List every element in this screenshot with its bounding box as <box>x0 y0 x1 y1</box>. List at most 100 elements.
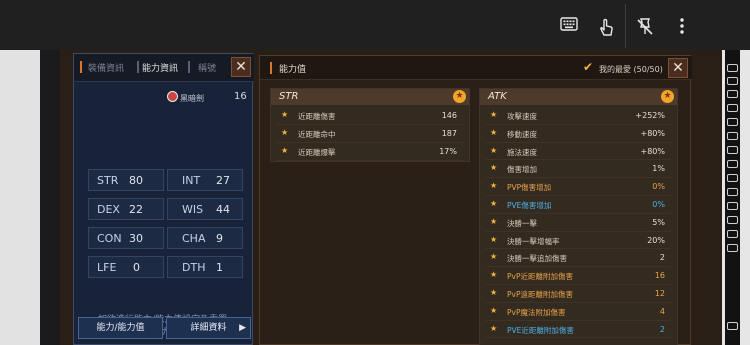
ability-points-button[interactable]: 能力/能力值 <box>78 317 163 339</box>
stats-panel-header: 能力值 ✔ 我的最愛 (50/50) <box>260 56 692 80</box>
row-divider <box>486 319 671 321</box>
stats-panel-title: 能力值 <box>279 65 307 75</box>
close-stats-panel-button[interactable]: ✕ <box>668 58 688 78</box>
play-arrow-icon: ▶ <box>239 323 246 333</box>
sidebar-tool-icon[interactable] <box>727 64 738 72</box>
stat-value: 80 <box>129 174 143 187</box>
sidebar-tool-icon[interactable] <box>727 174 738 182</box>
row-divider <box>277 160 463 161</box>
row-divider <box>486 248 671 250</box>
stat-value: 0 <box>133 261 140 274</box>
star-icon[interactable]: ★ <box>281 128 288 137</box>
stat-value: 1 <box>216 261 223 274</box>
row-divider <box>486 177 671 179</box>
sidebar-tool-icon[interactable] <box>727 90 738 98</box>
character-info-panel: 裝備資訊 能力資訊 稱號 ✕ 黑暗劍 16 STR 80 INT 27 DEX … <box>73 53 254 345</box>
close-left-panel-button[interactable]: ✕ <box>231 57 251 77</box>
class-emblem-icon <box>167 91 178 102</box>
stat-dex: DEX 22 <box>88 198 164 220</box>
star-icon[interactable]: ★ <box>661 90 674 103</box>
sidebar-tool-icon[interactable] <box>727 104 738 112</box>
stats-panel: 能力值 ✔ 我的最愛 (50/50) ✕ STR ★ ★ 近距離傷害 146 ★ 近距離… <box>259 55 692 345</box>
stat-row-label: PVE近距離附加傷害 <box>507 325 574 335</box>
emulator-sidebar <box>720 50 750 345</box>
sidebar-tool-icon[interactable] <box>727 160 738 168</box>
stat-lfe: LFE 0 <box>88 256 164 278</box>
stat-name: DTH <box>182 261 206 274</box>
stat-row-label: PvP遠距離附加傷害 <box>507 290 573 299</box>
star-icon[interactable]: ★ <box>453 90 466 103</box>
star-icon[interactable]: ★ <box>490 288 497 297</box>
stat-row-value: 0% <box>652 200 665 209</box>
stat-row-value: 2 <box>659 253 665 263</box>
stat-name: CHA <box>182 232 206 245</box>
touch-icon[interactable] <box>597 17 615 36</box>
atk-section-header: ATK ★ <box>480 89 677 105</box>
stat-wis: WIS 44 <box>167 198 243 220</box>
close-icon: ✕ <box>235 59 247 75</box>
checkmark-icon[interactable]: ✔ <box>583 61 595 73</box>
stat-str: STR 80 <box>88 169 164 191</box>
star-icon[interactable]: ★ <box>490 252 497 261</box>
star-icon[interactable]: ★ <box>490 270 497 279</box>
row-divider <box>486 284 671 285</box>
row-divider <box>486 212 671 214</box>
stat-row-label: 決勝一擊增幅率 <box>507 236 560 246</box>
sidebar-tool-icon[interactable] <box>727 230 738 238</box>
star-icon[interactable]: ★ <box>490 181 497 190</box>
star-icon[interactable]: ★ <box>490 163 497 172</box>
star-icon[interactable]: ★ <box>490 306 497 315</box>
stat-row-value: +80% <box>640 128 665 138</box>
sidebar-tool-icon[interactable] <box>727 118 738 126</box>
star-icon[interactable]: ★ <box>490 217 497 226</box>
sidebar-tool-icon[interactable] <box>727 146 738 154</box>
stat-row-value: 187 <box>441 129 457 138</box>
row-divider <box>486 141 671 143</box>
row-divider <box>486 123 671 125</box>
stat-name: INT <box>182 174 201 187</box>
star-icon[interactable]: ★ <box>490 324 497 333</box>
star-icon[interactable]: ★ <box>281 146 288 155</box>
stat-con: CON 30 <box>88 227 164 249</box>
str-section-header: STR ★ <box>271 89 469 105</box>
row-divider <box>486 159 671 161</box>
game-viewport: 裝備資訊 能力資訊 稱號 ✕ 黑暗劍 16 STR 80 INT 27 DEX … <box>60 50 722 345</box>
star-icon[interactable]: ★ <box>490 199 497 208</box>
favorites-label[interactable]: 我的最愛 (50/50) <box>599 64 663 75</box>
sidebar-tool-icon[interactable] <box>727 188 738 196</box>
stat-row-value: 17% <box>439 147 457 156</box>
sidebar-tool-icon[interactable] <box>727 216 738 224</box>
tab-ability-info[interactable]: 能力資訊 <box>142 61 178 74</box>
more-vert-icon[interactable] <box>673 17 691 35</box>
sidebar-back-icon[interactable] <box>727 322 738 330</box>
pin-off-icon[interactable] <box>636 17 654 35</box>
star-icon[interactable]: ★ <box>490 235 497 244</box>
sidebar-tool-icon[interactable] <box>727 132 738 140</box>
details-button[interactable]: 詳細資料 ▶ <box>166 317 251 339</box>
character-level: 16 <box>234 91 247 102</box>
stat-int: INT 27 <box>167 169 243 191</box>
tab-title[interactable]: 稱號 <box>198 61 216 74</box>
stat-row-value: 2 <box>659 324 665 334</box>
tab-equipment-info[interactable]: 裝備資訊 <box>88 61 124 74</box>
keyboard-icon[interactable] <box>560 17 578 35</box>
sidebar-tool-icon[interactable] <box>727 244 738 252</box>
stat-dth: DTH 1 <box>167 256 243 278</box>
stat-row-label: 攻擊速度 <box>507 112 537 121</box>
star-icon[interactable]: ★ <box>490 146 497 155</box>
sidebar-tool-icon[interactable] <box>727 77 738 85</box>
star-icon[interactable]: ★ <box>281 110 288 119</box>
info-tabs: 裝備資訊 能力資訊 稱號 <box>74 54 254 82</box>
row-divider <box>486 230 671 232</box>
star-icon[interactable]: ★ <box>490 128 497 137</box>
button-label: 能力/能力值 <box>96 323 145 333</box>
section-title: ATK <box>488 91 507 102</box>
toolbar-divider <box>625 4 626 48</box>
sidebar-tool-icon[interactable] <box>727 202 738 210</box>
star-icon[interactable]: ★ <box>490 110 497 119</box>
stat-row-label: 決勝一擊 <box>507 218 537 228</box>
stat-row-label: 近距離爆擊 <box>298 148 336 157</box>
stat-name: WIS <box>182 203 204 216</box>
stat-value: 30 <box>129 232 143 245</box>
stat-row-value: 5% <box>652 217 665 227</box>
